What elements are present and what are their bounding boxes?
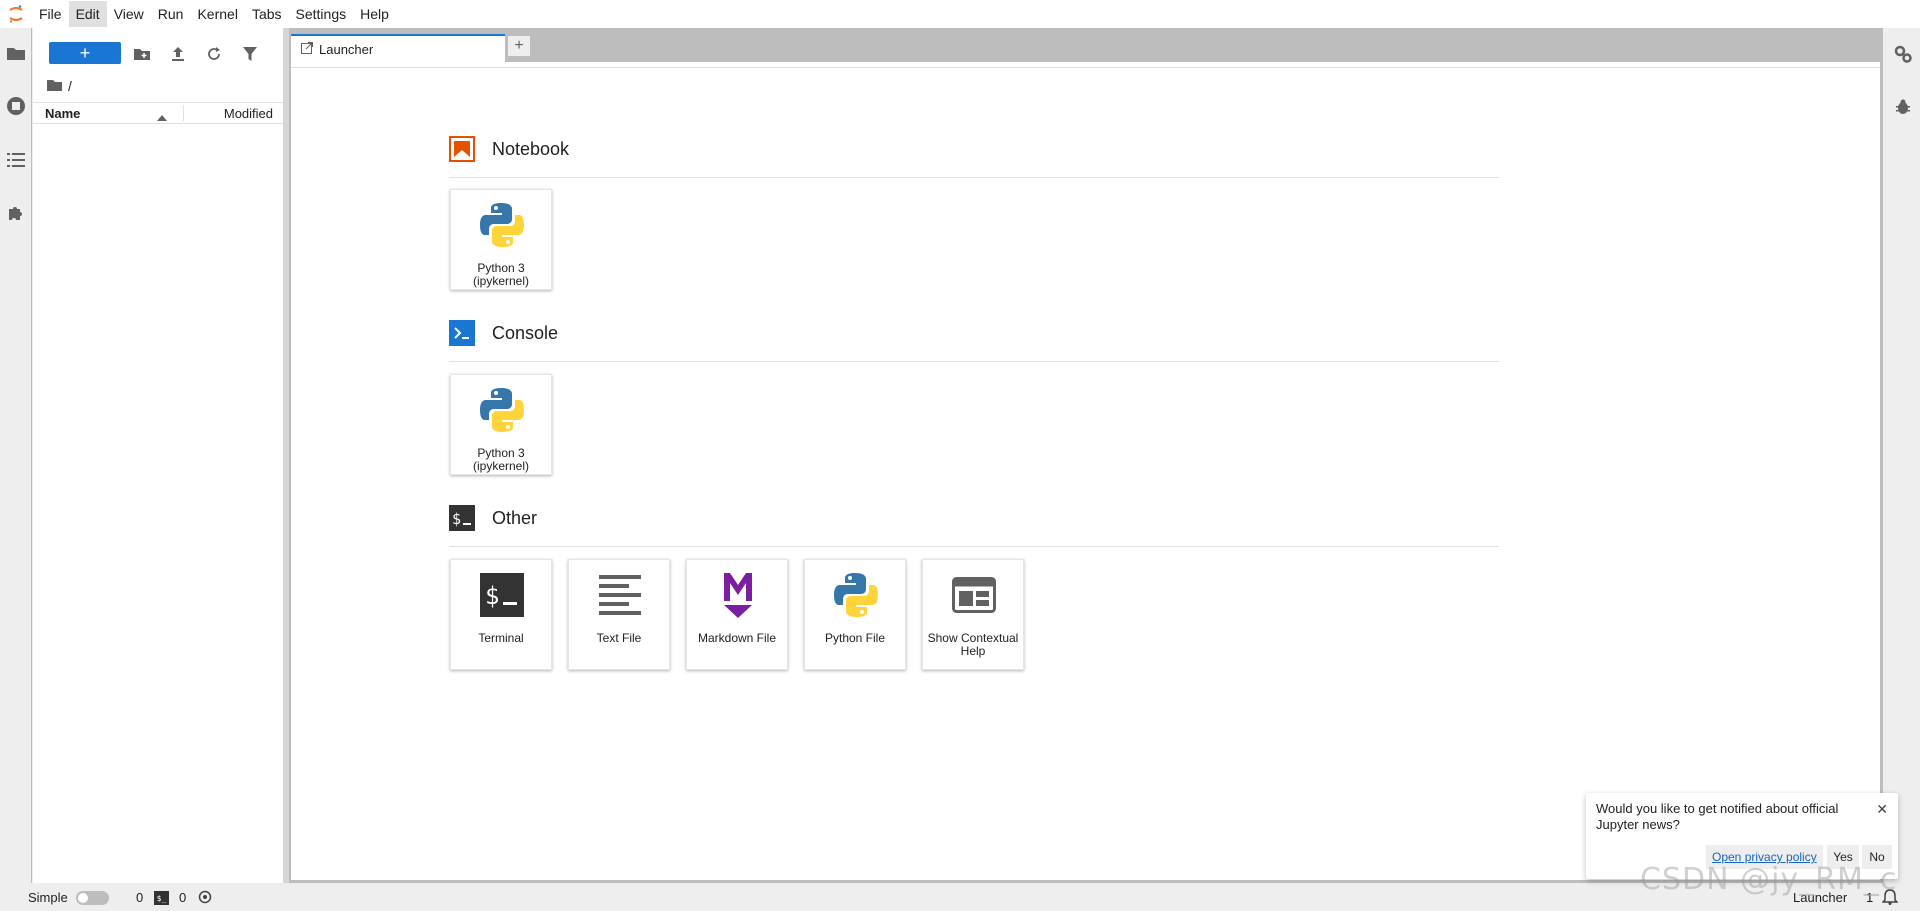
watermark: CSDN @jy_RM_c: [1640, 862, 1898, 897]
breadcrumb: /: [47, 76, 72, 96]
debugger-bug-icon[interactable]: [1891, 95, 1915, 119]
menu-tabs[interactable]: Tabs: [245, 1, 289, 27]
svg-text:$: $: [485, 582, 499, 610]
tab-launcher[interactable]: Launcher: [291, 34, 505, 62]
menu-view[interactable]: View: [107, 1, 151, 27]
text-file-icon: [595, 570, 645, 620]
console-python3-card[interactable]: Python 3 (ipykernel): [450, 374, 552, 475]
card-label: Python 3 (ipykernel): [453, 447, 549, 473]
property-inspector-gears-icon[interactable]: [1891, 42, 1915, 66]
contextual-help-icon: [949, 570, 999, 620]
menu-run[interactable]: Run: [151, 1, 191, 27]
simple-mode-toggle[interactable]: [76, 891, 109, 905]
jupyter-logo-icon: [0, 0, 32, 28]
filter-icon[interactable]: [238, 42, 262, 66]
contextual-help-card[interactable]: Show Contextual Help: [922, 559, 1024, 670]
launcher-panel: Notebook Python 3 (ipykernel) Console Py…: [291, 62, 1880, 880]
terminal-icon: $: [477, 570, 527, 620]
card-label-main: Python 3: [477, 446, 525, 460]
card-label-sub: (ipykernel): [472, 274, 529, 288]
file-browser-panel: + / Name Modified: [33, 28, 283, 883]
kernel-status-icon[interactable]: [198, 890, 212, 907]
file-browser-toolbar: +: [33, 40, 283, 68]
terminal-status-icon[interactable]: $_: [154, 891, 169, 905]
card-label: Markdown File: [697, 631, 777, 645]
running-sessions-icon[interactable]: [4, 94, 28, 118]
simple-mode-label: Simple: [28, 890, 68, 905]
other-section-title: Other: [492, 508, 538, 528]
notebook-section-title: Notebook: [492, 139, 570, 159]
column-modified-header[interactable]: Modified: [224, 106, 273, 121]
markdown-file-card[interactable]: Markdown File: [686, 559, 788, 670]
python-logo-icon: [477, 385, 527, 435]
refresh-icon[interactable]: [202, 42, 226, 66]
file-list-header: Name Modified: [33, 102, 283, 124]
launcher-top-border: [291, 62, 1880, 68]
card-label: Show Contextual Help: [927, 631, 1019, 658]
notification-message: Would you like to get notified about off…: [1596, 801, 1839, 832]
table-of-contents-icon[interactable]: [4, 148, 28, 172]
python-file-card[interactable]: Python File: [804, 559, 906, 670]
other-section-icon: $: [449, 505, 475, 531]
column-divider[interactable]: [183, 105, 184, 121]
toggle-knob: [78, 893, 88, 903]
text-file-card[interactable]: Text File: [568, 559, 670, 670]
upload-icon[interactable]: [166, 42, 190, 66]
card-label: Terminal: [478, 631, 524, 645]
menu-edit[interactable]: Edit: [68, 1, 107, 27]
terminals-count[interactable]: 0: [136, 890, 143, 905]
card-label-main: Python 3: [477, 261, 525, 275]
tab-launcher-label: Launcher: [319, 41, 374, 57]
status-bar: Simple 0 $_ 0 Launcher 1: [0, 883, 1920, 911]
column-name-header[interactable]: Name: [45, 106, 80, 121]
other-section-header: $ Other: [449, 499, 1499, 547]
notebook-section-header: Notebook: [449, 130, 1499, 178]
menu-bar: File Edit View Run Kernel Tabs Settings …: [0, 0, 1920, 28]
card-label: Python File: [824, 631, 886, 645]
notebook-section-icon: [449, 136, 475, 162]
launcher-tab-icon: [301, 41, 313, 57]
menu-file[interactable]: File: [32, 1, 69, 27]
python-logo-icon: [831, 570, 881, 620]
tab-bar: Launcher +: [289, 28, 1882, 62]
menu-help[interactable]: Help: [353, 1, 396, 27]
breadcrumb-root[interactable]: /: [68, 78, 72, 94]
card-label: Text File: [596, 631, 642, 645]
close-icon[interactable]: ✕: [1876, 801, 1888, 818]
extensions-puzzle-icon[interactable]: [4, 201, 28, 225]
right-activity-bar: [1882, 28, 1920, 883]
console-section-header: Console: [449, 314, 1499, 362]
notebook-python3-card[interactable]: Python 3 (ipykernel): [450, 189, 552, 290]
console-section-icon: [449, 320, 475, 346]
sort-ascending-icon: [157, 108, 167, 124]
terminal-card[interactable]: $ Terminal: [450, 559, 552, 670]
menu-kernel[interactable]: Kernel: [190, 1, 244, 27]
markdown-icon: [713, 570, 763, 620]
card-label-sub: (ipykernel): [472, 459, 529, 473]
new-launcher-button[interactable]: +: [49, 42, 121, 64]
left-activity-bar: [0, 28, 32, 883]
svg-text:$: $: [452, 510, 461, 528]
folder-icon[interactable]: [4, 41, 28, 65]
card-label: Python 3 (ipykernel): [453, 262, 549, 288]
menu-settings[interactable]: Settings: [289, 1, 354, 27]
python-logo-icon: [477, 200, 527, 250]
new-folder-icon[interactable]: [130, 42, 154, 66]
kernels-count[interactable]: 0: [179, 890, 186, 905]
console-section-title: Console: [492, 323, 559, 343]
main-dock-area: Launcher + Notebook Python 3 (ipykernel)…: [289, 28, 1882, 883]
breadcrumb-folder-icon[interactable]: [47, 78, 62, 94]
add-tab-button[interactable]: +: [507, 35, 531, 57]
